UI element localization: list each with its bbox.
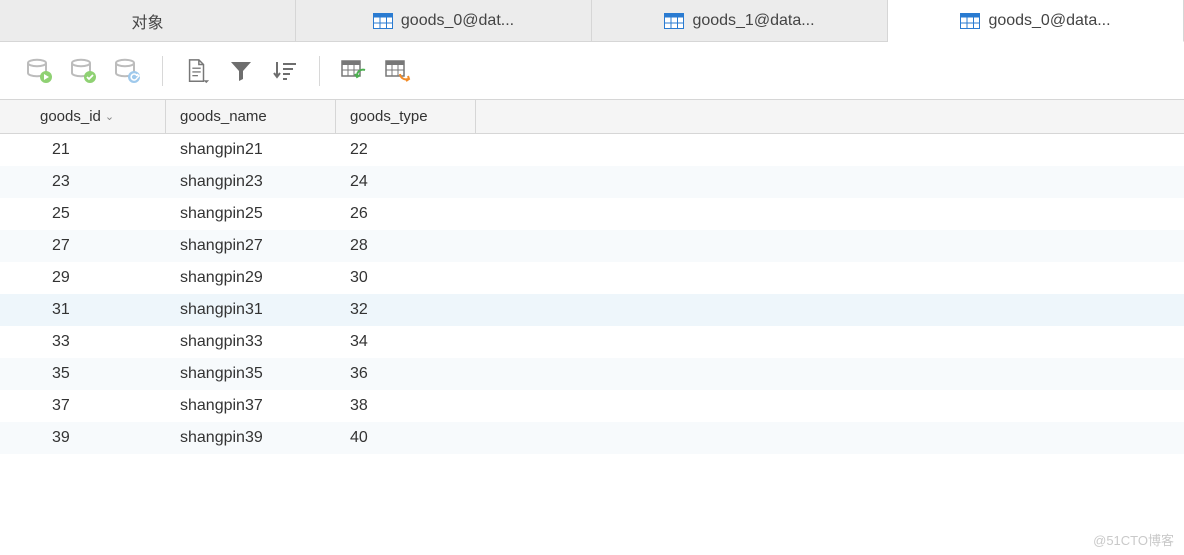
table-icon [960,13,980,29]
cell-goods-id[interactable]: 27 [0,237,166,255]
sort-indicator-icon: ⌄ [105,110,114,123]
cell-goods-type[interactable]: 40 [336,429,476,447]
commit-button[interactable] [62,51,106,91]
cell-goods-id[interactable]: 21 [0,141,166,159]
table-export-icon [385,60,411,82]
cell-goods-id[interactable]: 33 [0,333,166,351]
cell-goods-id[interactable]: 31 [0,301,166,319]
table-row[interactable]: 29shangpin2930 [0,262,1184,294]
table-row[interactable]: 27shangpin2728 [0,230,1184,262]
table-row[interactable]: 37shangpin3738 [0,390,1184,422]
table-row[interactable]: 21shangpin2122 [0,134,1184,166]
cell-goods-id[interactable]: 35 [0,365,166,383]
cell-goods-name[interactable]: shangpin21 [166,141,336,159]
column-header-goods-id[interactable]: goods_id ⌄ [0,100,166,133]
document-icon [185,58,209,84]
cell-goods-type[interactable]: 34 [336,333,476,351]
filter-button[interactable] [219,51,263,91]
column-label: goods_name [180,108,267,125]
cell-goods-name[interactable]: shangpin35 [166,365,336,383]
cell-goods-id[interactable]: 23 [0,173,166,191]
cell-goods-id[interactable]: 37 [0,397,166,415]
cell-goods-type[interactable]: 26 [336,205,476,223]
cell-goods-type[interactable]: 36 [336,365,476,383]
column-label: goods_id [40,108,101,125]
cell-goods-name[interactable]: shangpin31 [166,301,336,319]
cell-goods-id[interactable]: 29 [0,269,166,287]
column-header-goods-name[interactable]: goods_name [166,100,336,133]
column-label: goods_type [350,108,428,125]
table-row[interactable]: 25shangpin2526 [0,198,1184,230]
cell-goods-name[interactable]: shangpin25 [166,205,336,223]
tab-bar: 对象 goods_0@dat... goods_1@data... g [0,0,1184,42]
column-header-goods-type[interactable]: goods_type [336,100,476,133]
db-check-icon [70,58,98,84]
db-play-icon [26,58,54,84]
table-row[interactable]: 33shangpin3334 [0,326,1184,358]
import-button[interactable] [332,51,376,91]
table-row[interactable]: 39shangpin3940 [0,422,1184,454]
rollback-button[interactable] [106,51,150,91]
tab-label: 对象 [131,9,163,33]
table-body: 21shangpin212223shangpin232425shangpin25… [0,134,1184,454]
toolbar-separator [162,56,163,86]
cell-goods-type[interactable]: 24 [336,173,476,191]
export-button[interactable] [376,51,420,91]
watermark: @51CTO博客 [1093,530,1174,549]
cell-goods-type[interactable]: 22 [336,141,476,159]
sort-button[interactable] [263,51,307,91]
table-icon [373,13,393,29]
table-row[interactable]: 23shangpin2324 [0,166,1184,198]
cell-goods-id[interactable]: 39 [0,429,166,447]
tab-goods0-a[interactable]: goods_0@dat... [296,0,592,41]
db-undo-icon [114,58,142,84]
cell-goods-name[interactable]: shangpin27 [166,237,336,255]
tab-objects[interactable]: 对象 [0,0,296,41]
cell-goods-type[interactable]: 30 [336,269,476,287]
tab-label: goods_1@data... [692,12,814,30]
table-header: goods_id ⌄ goods_name goods_type [0,100,1184,134]
cell-goods-name[interactable]: shangpin37 [166,397,336,415]
toolbar [0,42,1184,100]
cell-goods-name[interactable]: shangpin29 [166,269,336,287]
table-row[interactable]: 31shangpin3132 [0,294,1184,326]
cell-goods-type[interactable]: 28 [336,237,476,255]
toolbar-separator [319,56,320,86]
column-header-spacer [476,100,1184,133]
cell-goods-type[interactable]: 32 [336,301,476,319]
table-icon [664,13,684,29]
sort-icon [272,60,298,82]
filter-icon [229,60,253,82]
text-view-button[interactable] [175,51,219,91]
table-row[interactable]: 35shangpin3536 [0,358,1184,390]
cell-goods-id[interactable]: 25 [0,205,166,223]
tab-label: goods_0@dat... [401,12,514,30]
cell-goods-name[interactable]: shangpin23 [166,173,336,191]
tab-goods0-b[interactable]: goods_0@data... [888,0,1184,42]
cell-goods-name[interactable]: shangpin33 [166,333,336,351]
cell-goods-name[interactable]: shangpin39 [166,429,336,447]
begin-transaction-button[interactable] [18,51,62,91]
table-import-icon [341,60,367,82]
tab-goods1[interactable]: goods_1@data... [592,0,888,41]
cell-goods-type[interactable]: 38 [336,397,476,415]
tab-label: goods_0@data... [988,12,1110,30]
